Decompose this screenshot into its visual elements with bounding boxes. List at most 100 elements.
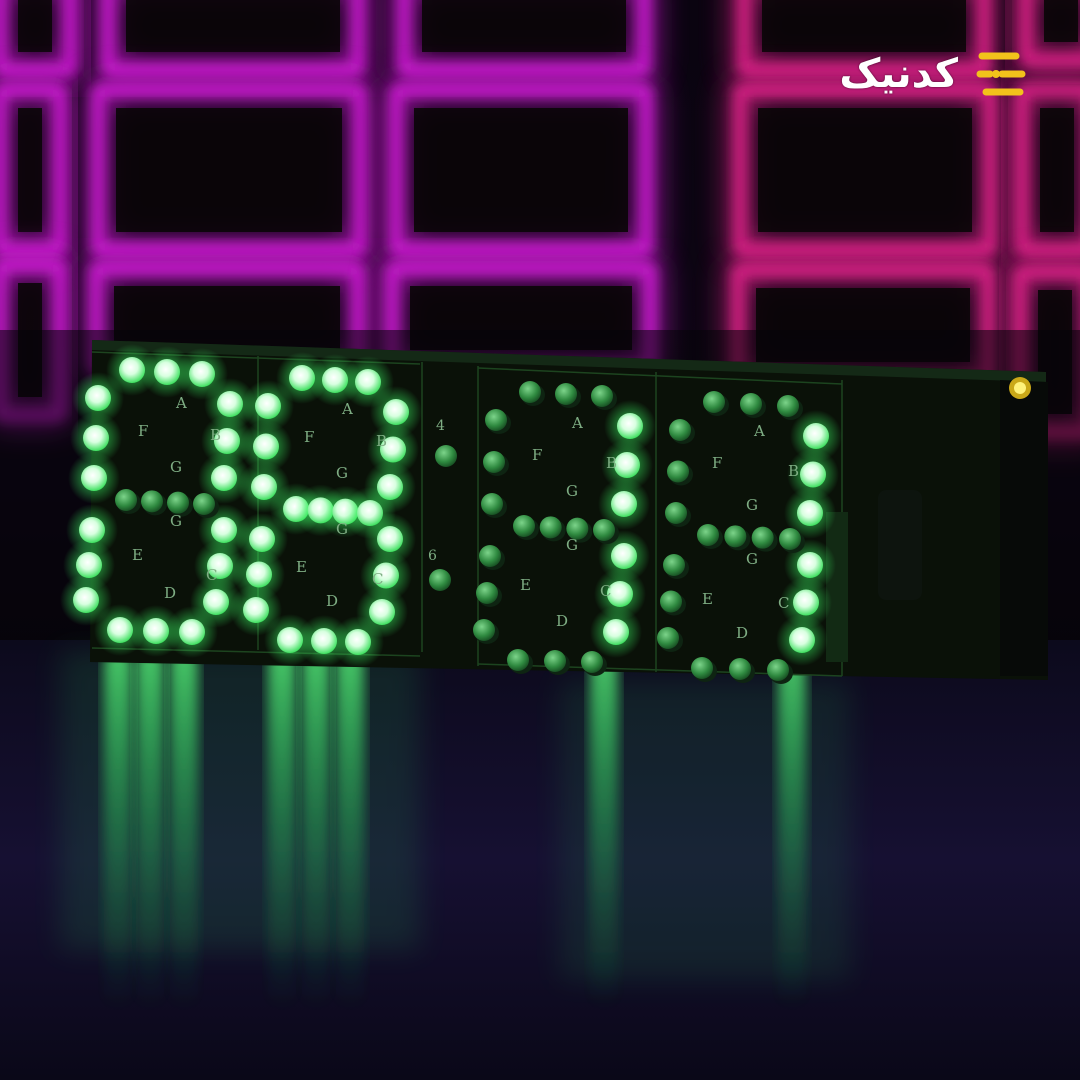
led-on [611, 491, 637, 517]
led-segment [68, 372, 124, 504]
led-off [544, 650, 566, 672]
segment-letter-label: B [210, 426, 221, 444]
codenic-logo-icon [976, 52, 1026, 96]
led-off [724, 525, 747, 548]
background-panel [83, 75, 375, 265]
led-off [479, 545, 501, 567]
led-off [663, 554, 685, 576]
led-off [513, 515, 535, 537]
led-digit [230, 352, 422, 668]
led-on [107, 617, 133, 643]
background-panel [1007, 75, 1080, 265]
led-off [657, 627, 679, 649]
segment-letter-label: G [566, 482, 578, 500]
led-on [189, 361, 215, 387]
led-on [83, 425, 109, 451]
led-off [697, 524, 719, 546]
photo-scene: A B C D E F G G A B C D E F G G A B C D E F G G A B C D E F G G 4 6 [0, 0, 1080, 1080]
led-off [665, 502, 687, 524]
led-on [85, 385, 111, 411]
segment-letter-label: E [520, 576, 531, 594]
segment-letter-label: G [336, 464, 348, 482]
segment-letter-label: G [170, 512, 182, 530]
segment-letter-label: D [556, 612, 568, 630]
segment-letter-label: A [753, 422, 765, 440]
background-panel [389, 0, 659, 85]
led-segment [94, 604, 218, 658]
led-off [473, 619, 495, 641]
led-on [800, 461, 826, 488]
led-off [481, 493, 503, 515]
led-off [555, 383, 577, 405]
segment-letter-label: D [326, 592, 338, 610]
led-on [253, 433, 279, 460]
led-off [591, 385, 613, 407]
led-segment [507, 649, 607, 676]
segment-letter-label: C [778, 594, 789, 612]
segment-letter-label: F [712, 454, 722, 472]
segment-letter-label: G [336, 520, 348, 538]
segment-letter-label: E [132, 546, 143, 564]
led-on [617, 413, 643, 439]
led-off [779, 528, 801, 550]
background-panel [0, 0, 85, 85]
background-panel [0, 75, 75, 265]
led-on [81, 465, 107, 491]
led-on [76, 552, 102, 578]
segment-letter-label: G [170, 458, 182, 476]
segment-letter-label: B [788, 462, 799, 480]
led-on [211, 465, 237, 491]
led-off [435, 445, 457, 467]
segment-letter-label: B [376, 432, 387, 450]
segment-letter-label: A [571, 414, 583, 432]
background-panel [381, 75, 661, 265]
led-on [614, 452, 640, 478]
led-off [485, 409, 507, 431]
segment-letter-label: A [175, 394, 187, 412]
segment-letter-label: A [341, 400, 353, 418]
led-off [167, 491, 189, 514]
brand-name: کدنیک [839, 51, 958, 97]
led-on [243, 597, 269, 623]
led-off [581, 651, 603, 673]
led-off [660, 590, 682, 613]
led-segment [230, 513, 288, 636]
led-on [789, 627, 815, 653]
led-off [141, 490, 163, 513]
led-on [249, 526, 275, 552]
led-off [193, 493, 215, 515]
background-panel [725, 75, 1005, 265]
pcb-mark: 4 [436, 418, 445, 434]
led-on [79, 517, 105, 543]
segment-letter-label: D [736, 624, 748, 642]
led-segment [60, 504, 118, 626]
led-on [357, 500, 383, 526]
led-segment [590, 530, 650, 658]
led-off [729, 658, 751, 680]
led-on [793, 589, 819, 616]
led-segment [703, 391, 803, 420]
led-off [507, 649, 529, 671]
led-off [777, 395, 799, 417]
segment-letter-label: G [566, 536, 578, 554]
led-on [251, 474, 277, 500]
led-off [476, 582, 498, 604]
led-on [797, 500, 823, 526]
segment-letter-label: D [164, 584, 176, 602]
brand-logo: کدنیک [839, 44, 1032, 104]
led-on [73, 587, 99, 613]
led-off [767, 659, 789, 681]
pcb-mark: 6 [428, 548, 437, 564]
segment-letter-label: E [296, 558, 307, 576]
led-segment [270, 483, 396, 539]
led-on [246, 561, 272, 588]
led-off [751, 526, 774, 549]
led-off [669, 419, 691, 441]
led-off [539, 516, 562, 539]
led-on [355, 369, 381, 395]
led-on [345, 629, 371, 655]
segment-letter-label: F [304, 428, 314, 446]
segment-letter-label: G [746, 496, 758, 514]
led-on [803, 423, 829, 449]
led-on [217, 391, 243, 417]
